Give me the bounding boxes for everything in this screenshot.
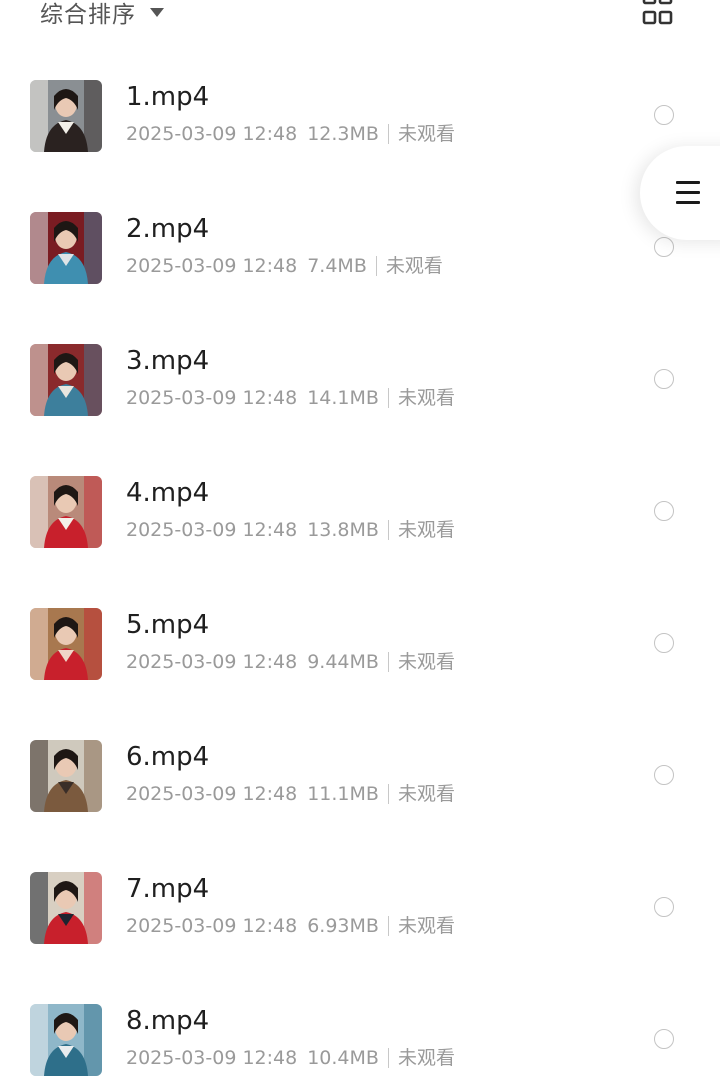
watch-status: 未观看 (385, 255, 443, 277)
file-name: 3.mp4 (126, 346, 210, 376)
video-thumbnail (30, 872, 102, 944)
watch-status: 未观看 (397, 387, 455, 409)
sort-dropdown[interactable]: 综合排序 (40, 0, 164, 30)
list-item[interactable]: 8.mp4 2025-03-09 12:48 10.4MB 未观看 (0, 975, 720, 1088)
file-size: 14.1MB (307, 387, 379, 409)
file-size: 10.4MB (307, 1047, 379, 1069)
file-date: 2025-03-09 12:48 (126, 915, 298, 937)
select-radio[interactable] (654, 1029, 674, 1049)
video-thumbnail (30, 476, 102, 548)
file-date: 2025-03-09 12:48 (126, 255, 298, 277)
file-name: 8.mp4 (126, 1006, 210, 1036)
sort-label: 综合排序 (40, 2, 136, 28)
file-date: 2025-03-09 12:48 (126, 387, 298, 409)
file-meta: 2025-03-09 12:48 10.4MB 未观看 (126, 1045, 455, 1071)
video-thumbnail (30, 80, 102, 152)
file-meta: 2025-03-09 12:48 12.3MB 未观看 (126, 121, 455, 147)
select-radio[interactable] (654, 633, 674, 653)
list-item[interactable]: 6.mp4 2025-03-09 12:48 11.1MB 未观看 (0, 711, 720, 843)
file-meta: 2025-03-09 12:48 6.93MB 未观看 (126, 913, 455, 939)
list-item[interactable]: 2.mp4 2025-03-09 12:48 7.4MB 未观看 (0, 183, 720, 315)
caret-down-icon (150, 7, 164, 17)
video-thumbnail (30, 212, 102, 284)
list-item[interactable]: 7.mp4 2025-03-09 12:48 6.93MB 未观看 (0, 843, 720, 975)
select-radio[interactable] (654, 501, 674, 521)
file-size: 12.3MB (307, 123, 379, 145)
watch-status: 未观看 (397, 651, 455, 673)
file-date: 2025-03-09 12:48 (126, 519, 298, 541)
file-name: 1.mp4 (126, 82, 210, 112)
file-name: 6.mp4 (126, 742, 210, 772)
select-radio[interactable] (654, 105, 674, 125)
file-size: 6.93MB (307, 915, 379, 937)
list-item[interactable]: 5.mp4 2025-03-09 12:48 9.44MB 未观看 (0, 579, 720, 711)
file-size: 13.8MB (307, 519, 379, 541)
watch-status: 未观看 (397, 915, 455, 937)
file-name: 5.mp4 (126, 610, 210, 640)
file-meta: 2025-03-09 12:48 13.8MB 未观看 (126, 517, 455, 543)
video-thumbnail (30, 344, 102, 416)
sort-bar: 综合排序 (0, 0, 720, 40)
watch-status: 未观看 (397, 519, 455, 541)
grid-view-icon[interactable] (642, 0, 674, 26)
video-thumbnail (30, 1004, 102, 1076)
video-file-list: 1.mp4 2025-03-09 12:48 12.3MB 未观看 2.mp4 2025-… (0, 51, 720, 1088)
select-radio[interactable] (654, 369, 674, 389)
file-name: 4.mp4 (126, 478, 210, 508)
file-size: 7.4MB (307, 255, 367, 277)
file-name: 2.mp4 (126, 214, 210, 244)
watch-status: 未观看 (397, 1047, 455, 1069)
meta-divider (387, 652, 389, 672)
meta-divider (387, 1048, 389, 1068)
meta-divider (387, 520, 389, 540)
select-radio[interactable] (654, 237, 674, 257)
file-date: 2025-03-09 12:48 (126, 123, 298, 145)
file-size: 9.44MB (307, 651, 379, 673)
meta-divider (387, 388, 389, 408)
list-item[interactable]: 4.mp4 2025-03-09 12:48 13.8MB 未观看 (0, 447, 720, 579)
menu-lines-icon (676, 181, 700, 205)
meta-divider (387, 124, 389, 144)
list-item[interactable]: 3.mp4 2025-03-09 12:48 14.1MB 未观看 (0, 315, 720, 447)
file-list-screen: 综合排序 1.mp4 2025-03-09 12:48 12.3MB 未观看 2.mp4… (0, 0, 720, 1088)
meta-divider (375, 256, 377, 276)
meta-divider (387, 784, 389, 804)
file-size: 11.1MB (307, 783, 379, 805)
watch-status: 未观看 (397, 123, 455, 145)
select-radio[interactable] (654, 897, 674, 917)
video-thumbnail (30, 740, 102, 812)
file-date: 2025-03-09 12:48 (126, 783, 298, 805)
video-thumbnail (30, 608, 102, 680)
file-meta: 2025-03-09 12:48 9.44MB 未观看 (126, 649, 455, 675)
meta-divider (387, 916, 389, 936)
list-item[interactable]: 1.mp4 2025-03-09 12:48 12.3MB 未观看 (0, 51, 720, 183)
file-date: 2025-03-09 12:48 (126, 1047, 298, 1069)
file-name: 7.mp4 (126, 874, 210, 904)
select-radio[interactable] (654, 765, 674, 785)
file-date: 2025-03-09 12:48 (126, 651, 298, 673)
watch-status: 未观看 (397, 783, 455, 805)
file-meta: 2025-03-09 12:48 7.4MB 未观看 (126, 253, 443, 279)
file-meta: 2025-03-09 12:48 14.1MB 未观看 (126, 385, 455, 411)
file-meta: 2025-03-09 12:48 11.1MB 未观看 (126, 781, 455, 807)
